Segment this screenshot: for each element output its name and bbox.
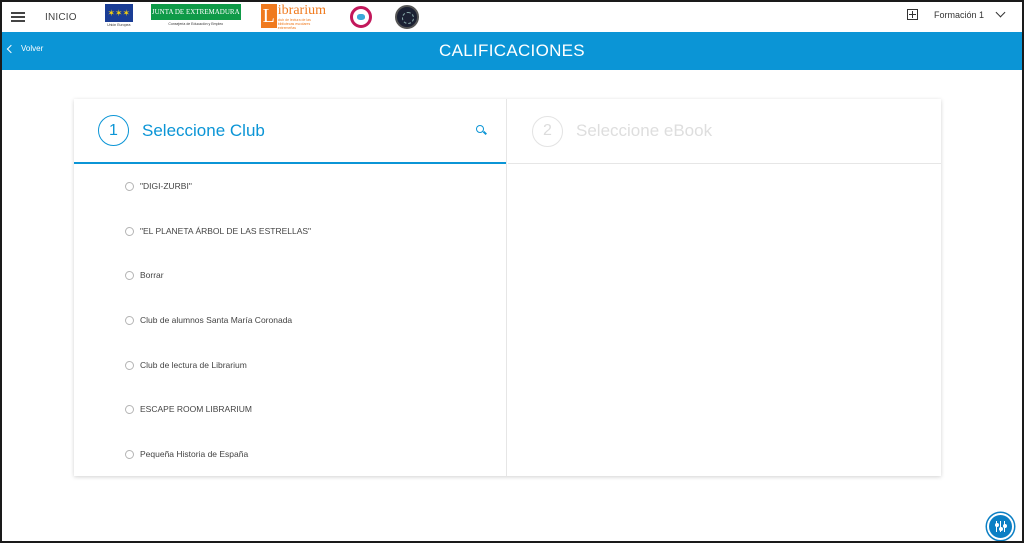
eu-stars-icon: ✶✶✶ [104, 4, 133, 22]
junta-logo-title: JUNTA DE EXTREMADURA [150, 4, 241, 20]
librarium-logo-letter: L [260, 4, 277, 28]
club-name: Club de alumnos Santa María Coronada [140, 315, 293, 325]
page-title: CALIFICACIONES [439, 41, 585, 60]
club-option[interactable]: Club de alumnos Santa María Coronada [125, 315, 292, 325]
radio-button[interactable] [125, 315, 134, 325]
club-option[interactable]: ESCAPE ROOM LIBRARIUM [125, 404, 252, 414]
add-box-icon[interactable] [906, 9, 918, 20]
club-name: Borrar [140, 270, 164, 280]
club-name: Club de lectura de Librarium [140, 360, 247, 370]
top-bar: INICIO ✶✶✶ Unión Europea JUNTA DE EXTREM… [2, 2, 1022, 32]
step-1-number: 1 [98, 115, 129, 146]
radio-button[interactable] [125, 270, 134, 280]
page-header: Volver CALIFICACIONES [2, 32, 1022, 70]
partner-logo-pink [349, 6, 372, 28]
eu-logo: ✶✶✶ Unión Europea [104, 4, 133, 30]
radio-button[interactable] [125, 360, 134, 370]
radio-button[interactable] [125, 449, 134, 459]
step-2-header: 2 Seleccione eBook [508, 99, 941, 164]
step-1-title: Seleccione Club [142, 120, 265, 140]
search-icon[interactable] [476, 125, 487, 135]
radio-button[interactable] [125, 226, 134, 236]
junta-logo-subtitle: Consejería de Educación y Empleo [168, 22, 224, 26]
librarium-logo-word: ibrarium [277, 3, 326, 18]
club-name: Pequeña Historia de España [140, 449, 249, 459]
step-2-number: 2 [532, 115, 563, 147]
club-name: "EL PLANETA ÁRBOL DE LAS ESTRELLAS" [140, 226, 312, 236]
librarium-logo: L ibrarium club de lectura de las biblio… [260, 3, 328, 30]
step-2-title: Seleccione eBook [576, 121, 713, 140]
step-club-panel: 1 Seleccione Club "DIGI-ZURBI" "EL PLANE… [74, 99, 507, 476]
chevron-down-icon[interactable] [995, 7, 1006, 18]
step-1-header[interactable]: 1 Seleccione Club [74, 99, 506, 164]
club-name: ESCAPE ROOM LIBRARIUM [140, 404, 252, 414]
radio-button[interactable] [125, 404, 134, 414]
partner-logo-dark [394, 5, 419, 29]
user-tools: Formación 1 [906, 7, 1006, 20]
club-option[interactable]: Club de lectura de Librarium [125, 360, 247, 370]
menu-icon[interactable] [11, 12, 25, 22]
radio-button[interactable] [125, 181, 134, 191]
club-option[interactable]: "DIGI-ZURBI" [125, 181, 192, 191]
home-link[interactable]: INICIO [45, 12, 77, 23]
club-option[interactable]: Borrar [125, 270, 164, 280]
librarium-logo-tagline: club de lectura de las bibliotecas escol… [277, 18, 311, 30]
eu-logo-caption: Unión Europea [107, 23, 131, 27]
junta-extremadura-logo: JUNTA DE EXTREMADURA Consejería de Educa… [150, 4, 241, 30]
club-option[interactable]: "EL PLANETA ÁRBOL DE LAS ESTRELLAS" [125, 226, 311, 236]
club-name: "DIGI-ZURBI" [140, 181, 192, 191]
club-option[interactable]: Pequeña Historia de España [125, 449, 248, 459]
accessibility-icon[interactable] [987, 513, 1014, 540]
user-menu[interactable]: Formación 1 [934, 10, 984, 20]
wizard-card: 1 Seleccione Club "DIGI-ZURBI" "EL PLANE… [74, 99, 941, 476]
step-ebook-panel: 2 Seleccione eBook [508, 99, 941, 476]
